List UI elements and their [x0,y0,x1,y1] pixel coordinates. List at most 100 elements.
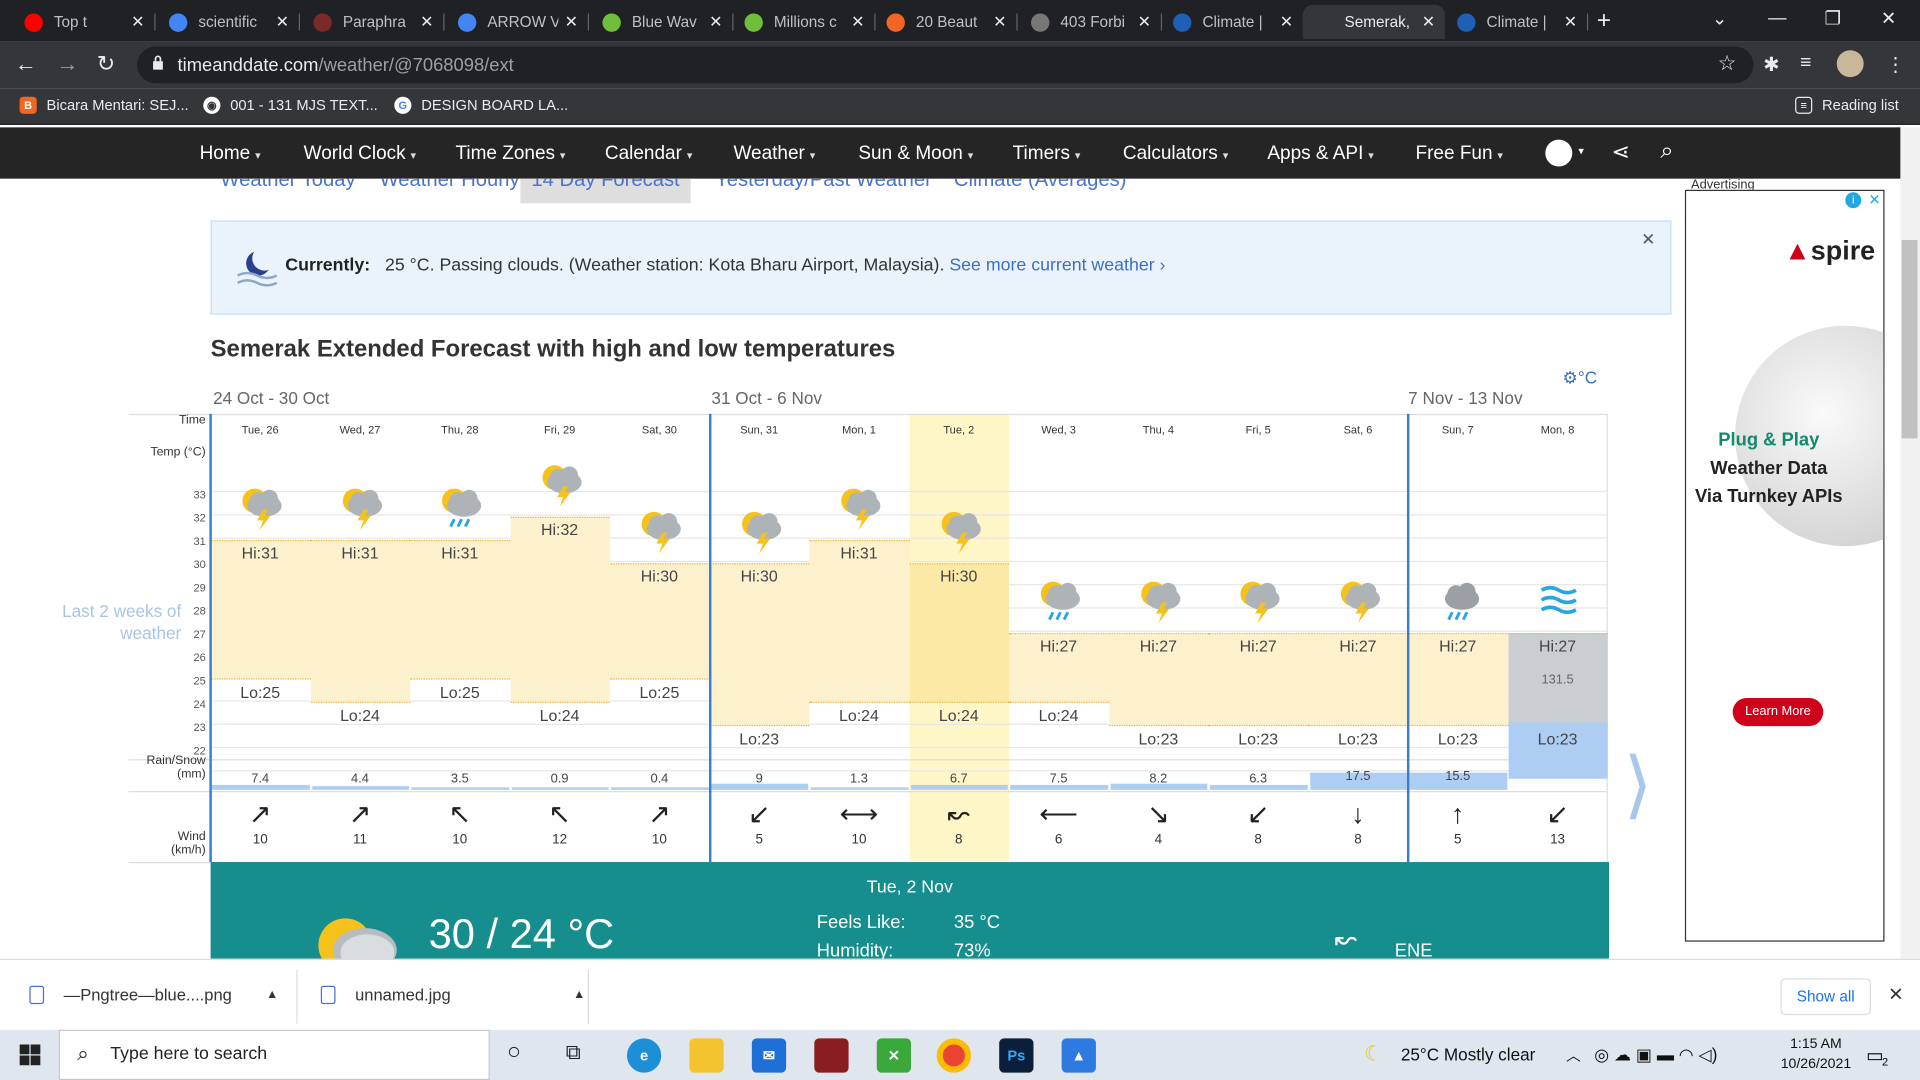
day-label[interactable]: Wed, 27 [310,424,409,436]
bookmark-item[interactable]: B Bicara Mentari: SEJ... [19,96,189,114]
browser-tab[interactable]: Millions c ✕ [732,5,876,39]
day-label[interactable]: Thu, 4 [1109,424,1208,436]
game-app-icon[interactable] [814,1038,849,1073]
share-icon[interactable]: ⋖ [1611,140,1629,166]
close-icon[interactable]: ✕ [1641,229,1655,250]
browser-tab[interactable]: Paraphra ✕ [301,5,445,39]
back-icon[interactable]: ← [15,51,37,77]
edge-icon[interactable]: e [626,1038,662,1073]
reload-icon[interactable]: ↻ [97,51,115,77]
learn-more-button[interactable]: Learn More [1732,697,1824,727]
browser-tab[interactable]: Top t ✕ [12,5,156,39]
search-icon[interactable]: ⌕ [1660,138,1673,165]
close-icon[interactable]: ✕ [131,12,144,32]
chevron-up-icon[interactable]: ▲ [573,988,585,1001]
notification-icon[interactable]: ▭ [1866,1044,1883,1067]
close-icon[interactable]: ✕ [1422,12,1435,32]
photoshop-icon[interactable]: Ps [999,1038,1034,1073]
day-label[interactable]: Sun, 31 [710,424,809,436]
reading-list[interactable]: ≡ Reading list [1795,96,1899,114]
close-icon[interactable]: ✕ [1138,12,1151,32]
account-icon[interactable] [1545,139,1573,167]
browser-tab[interactable]: Climate | ✕ [1445,5,1589,39]
nav-apps-api[interactable]: Apps & API ▾ [1267,143,1373,165]
subtab-2[interactable]: 14 Day Forecast [520,178,691,204]
close-icon[interactable]: ✕ [1869,191,1881,208]
close-window-icon[interactable]: ✕ [1881,7,1896,30]
chevron-up-icon[interactable]: ▲ [266,988,278,1001]
adchoices-icon[interactable]: i [1845,192,1862,209]
day-label[interactable]: Mon, 1 [809,424,908,436]
windows-start-icon[interactable] [19,1044,41,1066]
browser-tab[interactable]: scientific ✕ [157,5,301,39]
address-bar[interactable]: timeanddate.com/weather/@7068098/ext ☆ [137,46,1754,84]
extensions-icon[interactable]: ✱ [1763,53,1779,77]
subtab-3[interactable]: Yesterday/Past Weather [715,179,932,192]
day-label[interactable]: Thu, 28 [410,424,509,436]
day-label[interactable]: Mon, 8 [1508,424,1607,436]
see-more-link[interactable]: See more current weather [949,256,1154,276]
temperature-range-bar[interactable] [809,540,910,703]
photos-icon[interactable]: ▲ [1061,1038,1096,1073]
day-label[interactable]: Tue, 2 [909,424,1008,436]
next-week-arrow-icon[interactable]: ⟩ [1624,742,1653,828]
browser-tab[interactable]: Semerak, ✕ [1302,4,1445,40]
nav-calendar[interactable]: Calendar ▾ [605,143,692,165]
day-label[interactable]: Tue, 26 [211,424,310,436]
cortana-icon[interactable]: ○ [507,1040,521,1067]
taskbar-clock[interactable]: 1:15 AM 10/26/2021 [1771,1035,1862,1074]
day-label[interactable]: Fri, 29 [510,424,609,436]
day-label[interactable]: Sat, 6 [1308,424,1407,436]
browser-tab[interactable]: 403 Forbi ✕ [1019,5,1163,39]
show-all-button[interactable]: Show all [1780,978,1872,1016]
restore-icon[interactable]: ❐ [1825,7,1841,30]
day-label[interactable]: Sat, 30 [610,424,709,436]
mail-icon[interactable]: ✉ [751,1038,787,1073]
temperature-range-bar[interactable] [510,516,610,703]
browser-tab[interactable]: ARROW V ✕ [446,5,589,39]
minimize-icon[interactable]: — [1768,7,1786,28]
day-label[interactable]: Sun, 7 [1408,424,1507,436]
download-item[interactable]: —Pngtree—blue....png ▲ [29,985,278,1005]
temperature-range-bar[interactable] [709,563,810,727]
nav-calculators[interactable]: Calculators ▾ [1123,143,1228,165]
close-icon[interactable]: ✕ [709,12,722,32]
file-explorer-icon[interactable] [689,1038,724,1073]
tray-chevron-icon[interactable]: ︿ [1566,1044,1581,1065]
subtab-4[interactable]: Climate (Averages) [954,179,1127,192]
bookmark-star-icon[interactable]: ☆ [1718,51,1737,75]
close-icon[interactable]: ✕ [1564,12,1577,32]
nav-home[interactable]: Home ▾ [200,143,261,165]
nav-weather[interactable]: Weather ▾ [733,143,815,165]
task-view-icon[interactable]: ⧉ [566,1041,581,1065]
browser-tab[interactable]: Climate | ✕ [1161,5,1305,39]
bookmark-item[interactable]: ◉ 001 - 131 MJS TEXT... [203,96,378,114]
nav-timers[interactable]: Timers ▾ [1013,143,1081,165]
close-icon[interactable]: ✕ [420,12,433,32]
tab-search-icon[interactable]: ⌄ [1712,7,1727,30]
nav-free-fun[interactable]: Free Fun ▾ [1416,143,1503,165]
close-icon[interactable]: ✕ [565,12,578,32]
chrome-icon[interactable] [936,1038,972,1073]
close-icon[interactable]: ✕ [993,12,1006,32]
menu-icon[interactable]: ⋮ [1886,53,1906,77]
forward-icon[interactable]: → [56,51,78,77]
close-icon[interactable]: ✕ [1888,983,1903,1005]
close-icon[interactable]: ✕ [1280,12,1293,32]
past-weather-link[interactable]: Last 2 weeks of weather [49,600,181,644]
advertisement[interactable]: i ✕ ▲spire Plug & Play Weather Data Via … [1684,189,1885,942]
scrollbar-thumb[interactable] [1901,240,1918,439]
system-tray-icons[interactable]: ◎ ☁ ▣ ▬ ◠ ◁) [1594,1044,1717,1065]
temperature-range-bar[interactable] [310,540,411,703]
bookmark-item[interactable]: G DESIGN BOARD LA... [394,96,568,114]
day-label[interactable]: Fri, 5 [1209,424,1308,436]
close-icon[interactable]: ✕ [276,12,289,32]
nav-world-clock[interactable]: World Clock ▾ [304,143,416,165]
subtab-1[interactable]: Weather Hourly [380,179,520,192]
subtab-0[interactable]: Weather Today [220,179,355,192]
taskbar-weather[interactable]: 25°C Mostly clear [1401,1044,1536,1064]
taskbar-search[interactable]: ⌕ Type here to search [58,1029,490,1080]
nav-time-zones[interactable]: Time Zones ▾ [456,143,566,165]
download-item[interactable]: unnamed.jpg ▲ [320,985,585,1005]
close-icon[interactable]: ✕ [851,12,864,32]
